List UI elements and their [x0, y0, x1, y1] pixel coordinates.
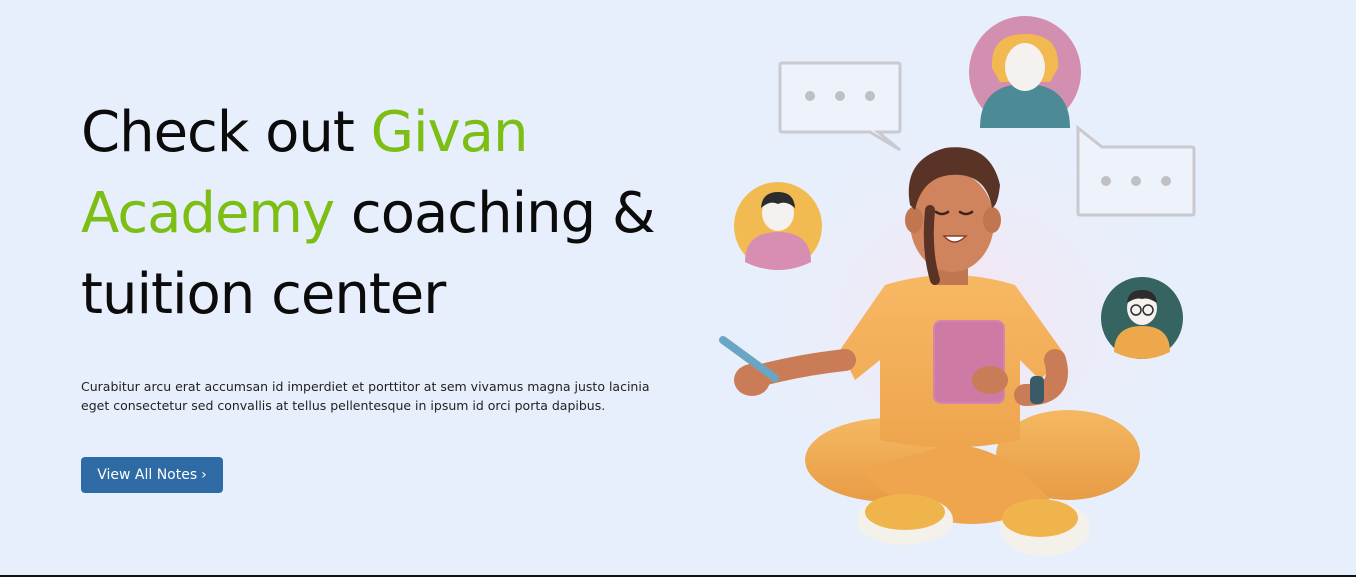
- hero-section: Check out Givan Academy coaching & tuiti…: [0, 0, 1356, 577]
- avatar-yellow-icon: [734, 182, 822, 270]
- cta-label: View All Notes: [97, 467, 198, 483]
- hero-description: Curabitur arcu erat accumsan id imperdie…: [81, 379, 650, 413]
- avatar-teal-icon: [1101, 277, 1183, 359]
- avatar-pink-icon: [969, 16, 1081, 128]
- view-all-notes-button[interactable]: View All Notes ›: [81, 457, 223, 493]
- hero-headline: Check out Givan Academy coaching & tuiti…: [81, 92, 681, 335]
- hero-illustration: [719, 16, 1220, 556]
- headline-pre: Check out: [81, 100, 371, 165]
- speech-bubble-right-icon: [1076, 124, 1196, 217]
- chevron-right-icon: ›: [201, 467, 207, 483]
